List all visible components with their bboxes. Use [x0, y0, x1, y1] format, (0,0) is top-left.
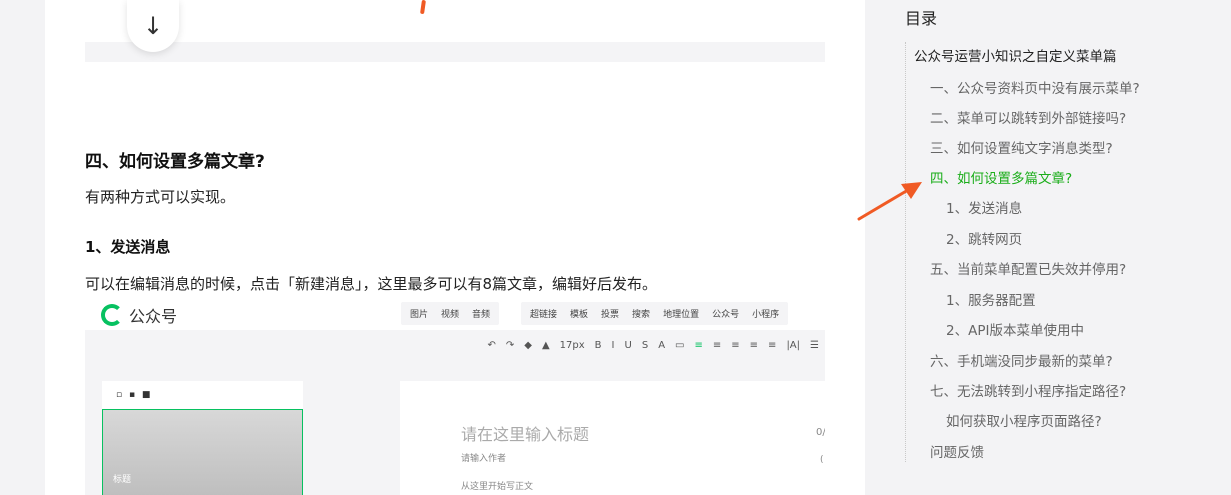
tool-image: 图片 [410, 310, 429, 320]
tool-mini-program: 小程序 [752, 310, 780, 320]
toc-item[interactable]: 公众号运营小知识之自定义菜单篇 [914, 45, 1117, 65]
wechat-logo-icon [101, 304, 123, 326]
spacing-icon: ≡ [749, 339, 759, 351]
toc-item[interactable]: 1、发送消息 [946, 197, 1022, 217]
letter-spacing-icon: |A| [786, 339, 801, 351]
toc-item[interactable]: 问题反馈 [930, 441, 984, 461]
table-of-contents: 目录 公众号运营小知识之自定义菜单篇 一、公众号资料页中没有展示菜单? 二、菜单… [880, 0, 1231, 495]
tool-link: 超链接 [530, 310, 558, 320]
bold-icon: B [594, 339, 602, 351]
line-height-icon: ≡ [768, 339, 777, 351]
toc-item[interactable]: 六、手机端没同步最新的菜单? [930, 350, 1113, 370]
cover-thumbnail: 标题 [102, 409, 303, 495]
toc-item[interactable]: 2、API版本菜单使用中 [946, 319, 1084, 339]
toc-item[interactable]: 七、无法跳转到小程序指定路径? [930, 380, 1126, 400]
font-size: 17px [559, 339, 585, 351]
sub-heading: 1、发送消息 [85, 238, 171, 256]
toc-item[interactable]: 三、如何设置纯文字消息类型? [930, 137, 1113, 157]
title-counter: 0/ [816, 427, 825, 438]
editor-topbar: 公众号 图片 视频 音频 超链接 模板 投票 搜索 地理位置 公众号 小程序 [85, 298, 825, 330]
italic-icon: I [611, 339, 615, 351]
insert-tools: 超链接 模板 投票 搜索 地理位置 公众号 小程序 [521, 302, 789, 325]
sub-paragraph: 可以在编辑消息的时候，点击「新建消息」，这里最多可以有8篇文章，编辑好后发布。 [85, 275, 658, 293]
article-content: ↓ 四、如何设置多篇文章? 有两种方式可以实现。 1、发送消息 可以在编辑消息的… [45, 0, 865, 495]
toc-item[interactable]: 2、跳转网页 [946, 228, 1022, 248]
section-heading: 四、如何设置多篇文章? [85, 152, 265, 172]
article-cover-card: ▫ ▪ ■ 标题 [102, 381, 303, 495]
compose-area: 请在这里输入标题 0/ 请输入作者 ( 从这里开始写正文 [400, 381, 825, 495]
strike-icon: S [641, 339, 649, 351]
toc-title: 目录 [905, 9, 938, 28]
toc-item[interactable]: 五、当前菜单配置已失效并停用? [930, 258, 1126, 278]
format-toolbar: ↶ ↷ ◆ ▲ 17px B I U S A ▭ ≡ ≡ ≡ ≡ ≡ |A| ☰ [85, 334, 825, 356]
underline-icon: U [624, 339, 632, 351]
font-color-icon: A [658, 339, 666, 351]
editor-logo: 公众号 [101, 303, 177, 327]
eraser-icon: ◆ [524, 339, 532, 351]
align-center-icon: ≡ [712, 339, 722, 351]
toc-item[interactable]: 如何获取小程序页面路径? [946, 410, 1102, 430]
cover-dots: ▫ ▪ ■ [116, 390, 153, 400]
editor-brand: 公众号 [129, 307, 178, 326]
tool-vote: 投票 [601, 310, 620, 320]
align-left-icon: ≡ [694, 339, 703, 351]
toc-item-active[interactable]: 四、如何设置多篇文章? [930, 167, 1072, 187]
toc-guide-line [905, 42, 906, 462]
tool-audio: 音频 [472, 310, 491, 320]
cover-label: 标题 [113, 475, 132, 485]
tool-video: 视频 [441, 310, 460, 320]
undo-icon: ↶ [487, 339, 496, 351]
toc-item[interactable]: 二、菜单可以跳转到外部链接吗? [930, 107, 1126, 127]
tool-location: 地理位置 [663, 310, 700, 320]
arrow-down-icon[interactable]: ↓ [127, 0, 179, 52]
bg-color-icon: ▭ [675, 339, 685, 351]
section-intro: 有两种方式可以实现。 [85, 188, 236, 206]
media-tools: 图片 视频 音频 [401, 302, 500, 325]
tool-official-account: 公众号 [712, 310, 740, 320]
redo-icon: ↷ [505, 339, 515, 351]
list-icon: ☰ [810, 339, 819, 351]
tool-search: 搜索 [632, 310, 651, 320]
embedded-editor-screenshot: 公众号 图片 视频 音频 超链接 模板 投票 搜索 地理位置 公众号 小程序 ↶… [85, 298, 825, 495]
toc-item[interactable]: 一、公众号资料页中没有展示菜单? [930, 77, 1140, 97]
tool-template: 模板 [570, 310, 589, 320]
author-counter: ( [820, 455, 824, 465]
title-placeholder: 请在这里输入标题 [461, 425, 590, 444]
indent-icon: ≡ [731, 339, 740, 351]
author-placeholder: 请输入作者 [461, 454, 507, 464]
brush-icon: ▲ [541, 339, 550, 351]
toc-item[interactable]: 1、服务器配置 [946, 289, 1036, 309]
embedded-screenshot-top: ↓ [85, 0, 825, 62]
body-placeholder: 从这里开始写正文 [461, 482, 534, 492]
